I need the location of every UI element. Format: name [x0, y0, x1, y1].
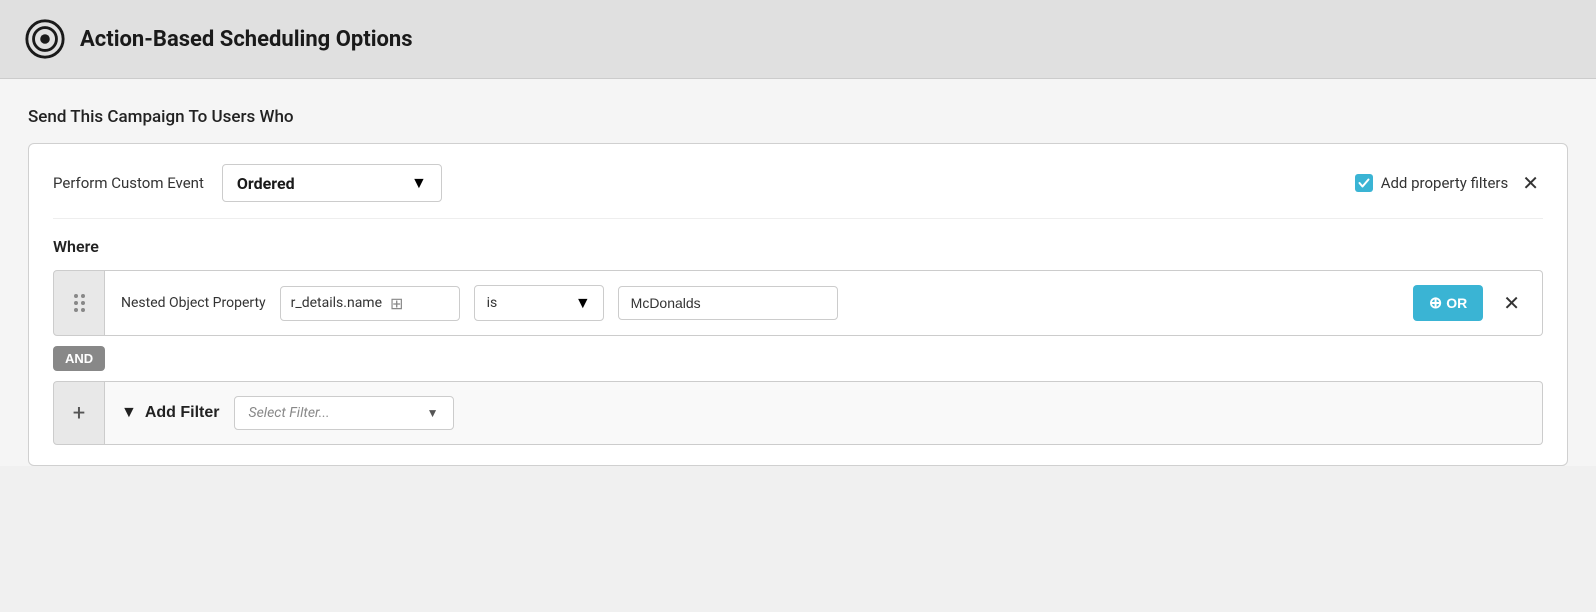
- operator-chevron-icon: ▼: [575, 293, 591, 313]
- add-filter-row: + ▼ Add Filter Select Filter... ▼: [53, 381, 1543, 445]
- value-input[interactable]: [618, 286, 838, 320]
- event-row-close-button[interactable]: ✕: [1518, 171, 1543, 195]
- drag-dots-icon: [74, 294, 85, 312]
- property-input[interactable]: r_details.name ⊞: [280, 286, 460, 321]
- add-filter-plus-button[interactable]: +: [53, 381, 105, 445]
- operator-select[interactable]: is ▼: [474, 285, 604, 321]
- operator-text: is: [487, 295, 498, 311]
- section-label: Send This Campaign To Users Who: [28, 107, 1568, 127]
- filter-row: Nested Object Property r_details.name ⊞ …: [53, 270, 1543, 336]
- event-right: Add property filters ✕: [1355, 171, 1543, 195]
- filter-select-chevron-icon: ▼: [427, 406, 439, 420]
- filter-select-dropdown[interactable]: Select Filter... ▼: [234, 396, 454, 430]
- campaign-card: Perform Custom Event Ordered ▼ Add prope…: [28, 143, 1568, 466]
- header: Action-Based Scheduling Options: [0, 0, 1596, 79]
- event-left: Perform Custom Event Ordered ▼: [53, 164, 442, 202]
- perform-custom-event-label: Perform Custom Event: [53, 174, 204, 192]
- add-property-filters-checkbox[interactable]: [1355, 174, 1373, 192]
- target-icon: [24, 18, 66, 60]
- event-select-dropdown[interactable]: Ordered ▼: [222, 164, 442, 202]
- grid-icon: ⊞: [390, 294, 403, 313]
- plus-circle-icon: ⊕: [1429, 293, 1442, 313]
- add-property-filters-wrapper: Add property filters: [1355, 174, 1509, 192]
- and-connector: AND: [53, 346, 1543, 371]
- where-section: Where Nested Object Property r_details.n…: [53, 219, 1543, 445]
- chevron-down-icon: ▼: [411, 173, 427, 193]
- main-content: Send This Campaign To Users Who Perform …: [0, 79, 1596, 466]
- property-value-text: r_details.name: [291, 295, 382, 311]
- selected-event-text: Ordered: [237, 174, 295, 193]
- drag-handle[interactable]: [53, 270, 105, 336]
- page-title: Action-Based Scheduling Options: [80, 27, 413, 52]
- funnel-icon: ▼: [121, 404, 137, 422]
- filter-select-placeholder: Select Filter...: [249, 405, 330, 421]
- filter-type-label: Nested Object Property: [121, 295, 266, 311]
- and-button[interactable]: AND: [53, 346, 105, 371]
- plus-icon: +: [73, 401, 85, 426]
- or-label: OR: [1446, 295, 1467, 311]
- event-row: Perform Custom Event Ordered ▼ Add prope…: [53, 164, 1543, 219]
- add-filter-button[interactable]: ▼ Add Filter: [121, 404, 220, 422]
- filter-row-content: Nested Object Property r_details.name ⊞ …: [105, 270, 1543, 336]
- add-filter-label: Add Filter: [145, 404, 220, 422]
- or-button[interactable]: ⊕ OR: [1413, 285, 1483, 321]
- add-filter-content: ▼ Add Filter Select Filter... ▼: [105, 381, 1543, 445]
- add-property-filters-label: Add property filters: [1381, 174, 1509, 192]
- where-label: Where: [53, 237, 1543, 256]
- filter-row-close-button[interactable]: ✕: [1497, 291, 1526, 315]
